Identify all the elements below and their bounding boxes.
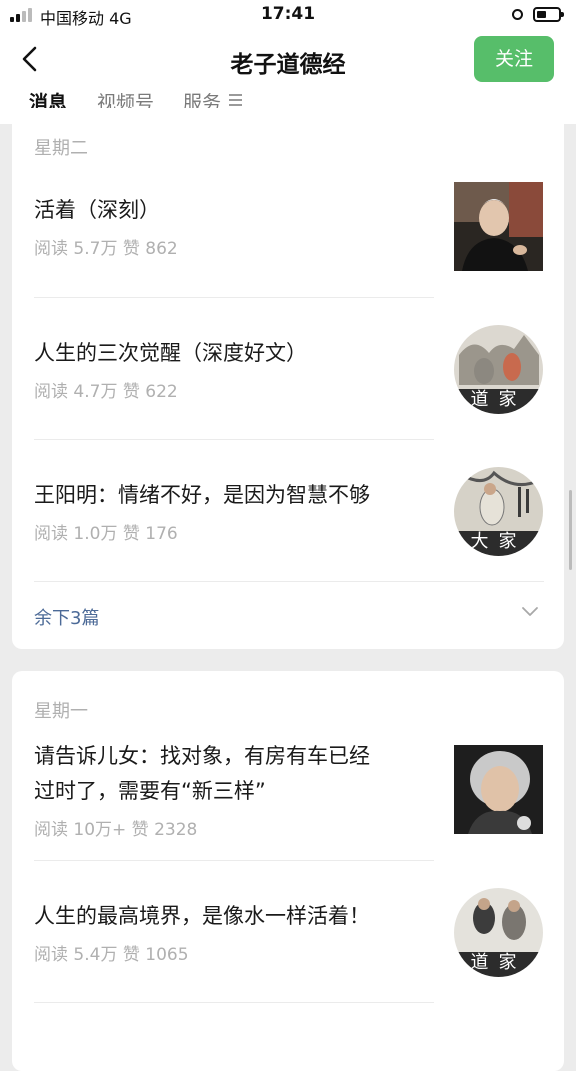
article-title-line[interactable]: 过时了，需要有“新三样” [34, 774, 434, 809]
rotation-lock-icon [512, 9, 523, 20]
more-articles-link[interactable]: 余下3篇 [34, 604, 99, 630]
article-thumbnail[interactable]: 道家 [454, 325, 543, 414]
divider [34, 860, 434, 861]
divider [34, 1002, 434, 1003]
group-day-label: 星期二 [34, 138, 88, 159]
status-time: 17:41 [260, 4, 316, 24]
article-thumbnail[interactable]: 道家 [454, 888, 543, 977]
article-thumbnail[interactable] [454, 182, 543, 271]
article-group-tuesday: 星期二 活着（深刻） 阅读 5.7万 赞 862 人生的三次觉醒（深度好文） 阅… [12, 108, 564, 649]
article-stats: 阅读 5.4万 赞 1065 [34, 945, 189, 965]
article-title[interactable]: 人生的最高境界，是像水一样活着！ [34, 899, 434, 934]
article-stats: 阅读 5.7万 赞 862 [34, 239, 178, 259]
article-stats: 阅读 4.7万 赞 622 [34, 382, 178, 402]
article-stats: 阅读 1.0万 赞 176 [34, 524, 178, 544]
thumbnail-caption: 大家 [470, 531, 527, 552]
article-group-monday: 星期一 请告诉儿女：找对象，有房有车已经 过时了，需要有“新三样” 阅读 10万… [12, 671, 564, 1071]
group-day-label: 星期一 [34, 701, 88, 722]
article-thumbnail[interactable] [454, 745, 543, 834]
divider [34, 581, 544, 582]
article-title[interactable]: 人生的三次觉醒（深度好文） [34, 336, 434, 371]
article-title[interactable]: 王阳明：情绪不好，是因为智慧不够 [34, 478, 434, 513]
chevron-down-icon[interactable] [520, 605, 540, 619]
divider [34, 439, 434, 440]
divider [34, 297, 434, 298]
follow-button[interactable]: 关注 [474, 36, 554, 82]
article-title[interactable]: 活着（深刻） [34, 193, 434, 228]
menu-icon[interactable] [229, 94, 242, 106]
battery-icon [533, 7, 564, 22]
article-stats: 阅读 10万+ 赞 2328 [34, 820, 198, 840]
status-bar: 中国移动 4G 17:41 [0, 0, 576, 30]
article-thumbnail[interactable]: 大家 [454, 467, 543, 556]
article-title-line[interactable]: 请告诉儿女：找对象，有房有车已经 [34, 739, 434, 774]
thumbnail-caption: 道家 [470, 389, 527, 410]
thumbnail-caption: 道家 [470, 952, 527, 973]
scrollbar[interactable] [569, 490, 572, 570]
